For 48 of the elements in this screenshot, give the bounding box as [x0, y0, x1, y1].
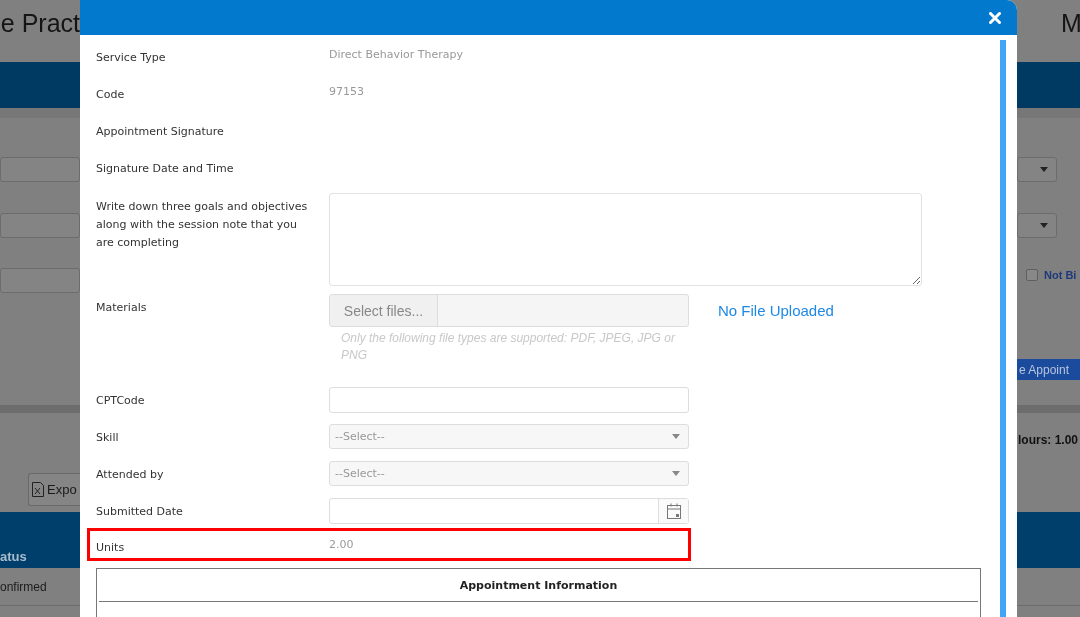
scrollbar[interactable]	[1000, 40, 1006, 617]
checkbox-label: Not Bi	[1044, 269, 1077, 281]
header-text: M	[1061, 9, 1080, 38]
appointment-button[interactable]: e Appoint	[1017, 359, 1080, 380]
field-label: Units	[96, 540, 126, 556]
nav-bar	[1017, 62, 1080, 108]
table-cell-text: onfirmed	[0, 580, 48, 594]
field-value: Direct Behavior Therapy	[329, 47, 463, 63]
field-label: CPTCode	[96, 393, 146, 409]
caret-icon	[672, 471, 680, 476]
export-button[interactable]: Expo	[28, 473, 80, 506]
caret-icon	[672, 434, 680, 439]
field-label: Materials	[96, 300, 148, 316]
input-field[interactable]	[0, 213, 80, 238]
select-field[interactable]: --Select--	[329, 461, 689, 486]
field-label: Write down three goals and objectives along with the session note that you are completing	[96, 199, 309, 251]
select-field[interactable]	[1017, 213, 1057, 238]
input-field[interactable]	[0, 268, 80, 293]
field-label: Submitted Date	[96, 504, 184, 520]
file-status-link[interactable]: No File Uploaded	[718, 302, 834, 319]
field-label: Attended by	[96, 467, 165, 483]
page-title: e Pract	[0, 9, 80, 38]
field-value: 2.00	[329, 537, 354, 553]
select-files-button[interactable]: Select files...	[330, 295, 438, 326]
field-label: Appointment Signature	[96, 124, 225, 140]
file-picker[interactable]: Select files...	[329, 294, 689, 327]
column-header: atus	[0, 549, 28, 564]
field-label: Signature Date and Time	[96, 161, 235, 177]
checkbox[interactable]	[1026, 269, 1038, 281]
table-title: Appointment Information	[99, 569, 978, 602]
hours-total: lours: 1.00	[1018, 433, 1080, 447]
field-label: Service Type	[96, 50, 167, 66]
caret-icon	[1040, 167, 1048, 172]
close-icon[interactable]	[989, 11, 1001, 24]
caret-icon	[1040, 223, 1048, 228]
section-band	[1017, 405, 1080, 413]
select-field[interactable]: --Select--	[329, 424, 689, 449]
field-label: Skill	[96, 430, 120, 446]
input-field[interactable]	[0, 157, 80, 182]
field-label: Code	[96, 87, 126, 103]
field-value: 97153	[329, 84, 364, 100]
table-header	[1017, 512, 1080, 568]
select-field[interactable]	[1017, 157, 1057, 182]
calendar-button[interactable]	[658, 499, 688, 523]
calendar-icon	[666, 503, 681, 519]
spreadsheet-icon	[32, 482, 44, 497]
date-field[interactable]	[329, 498, 689, 524]
notes-field[interactable]	[329, 193, 922, 286]
